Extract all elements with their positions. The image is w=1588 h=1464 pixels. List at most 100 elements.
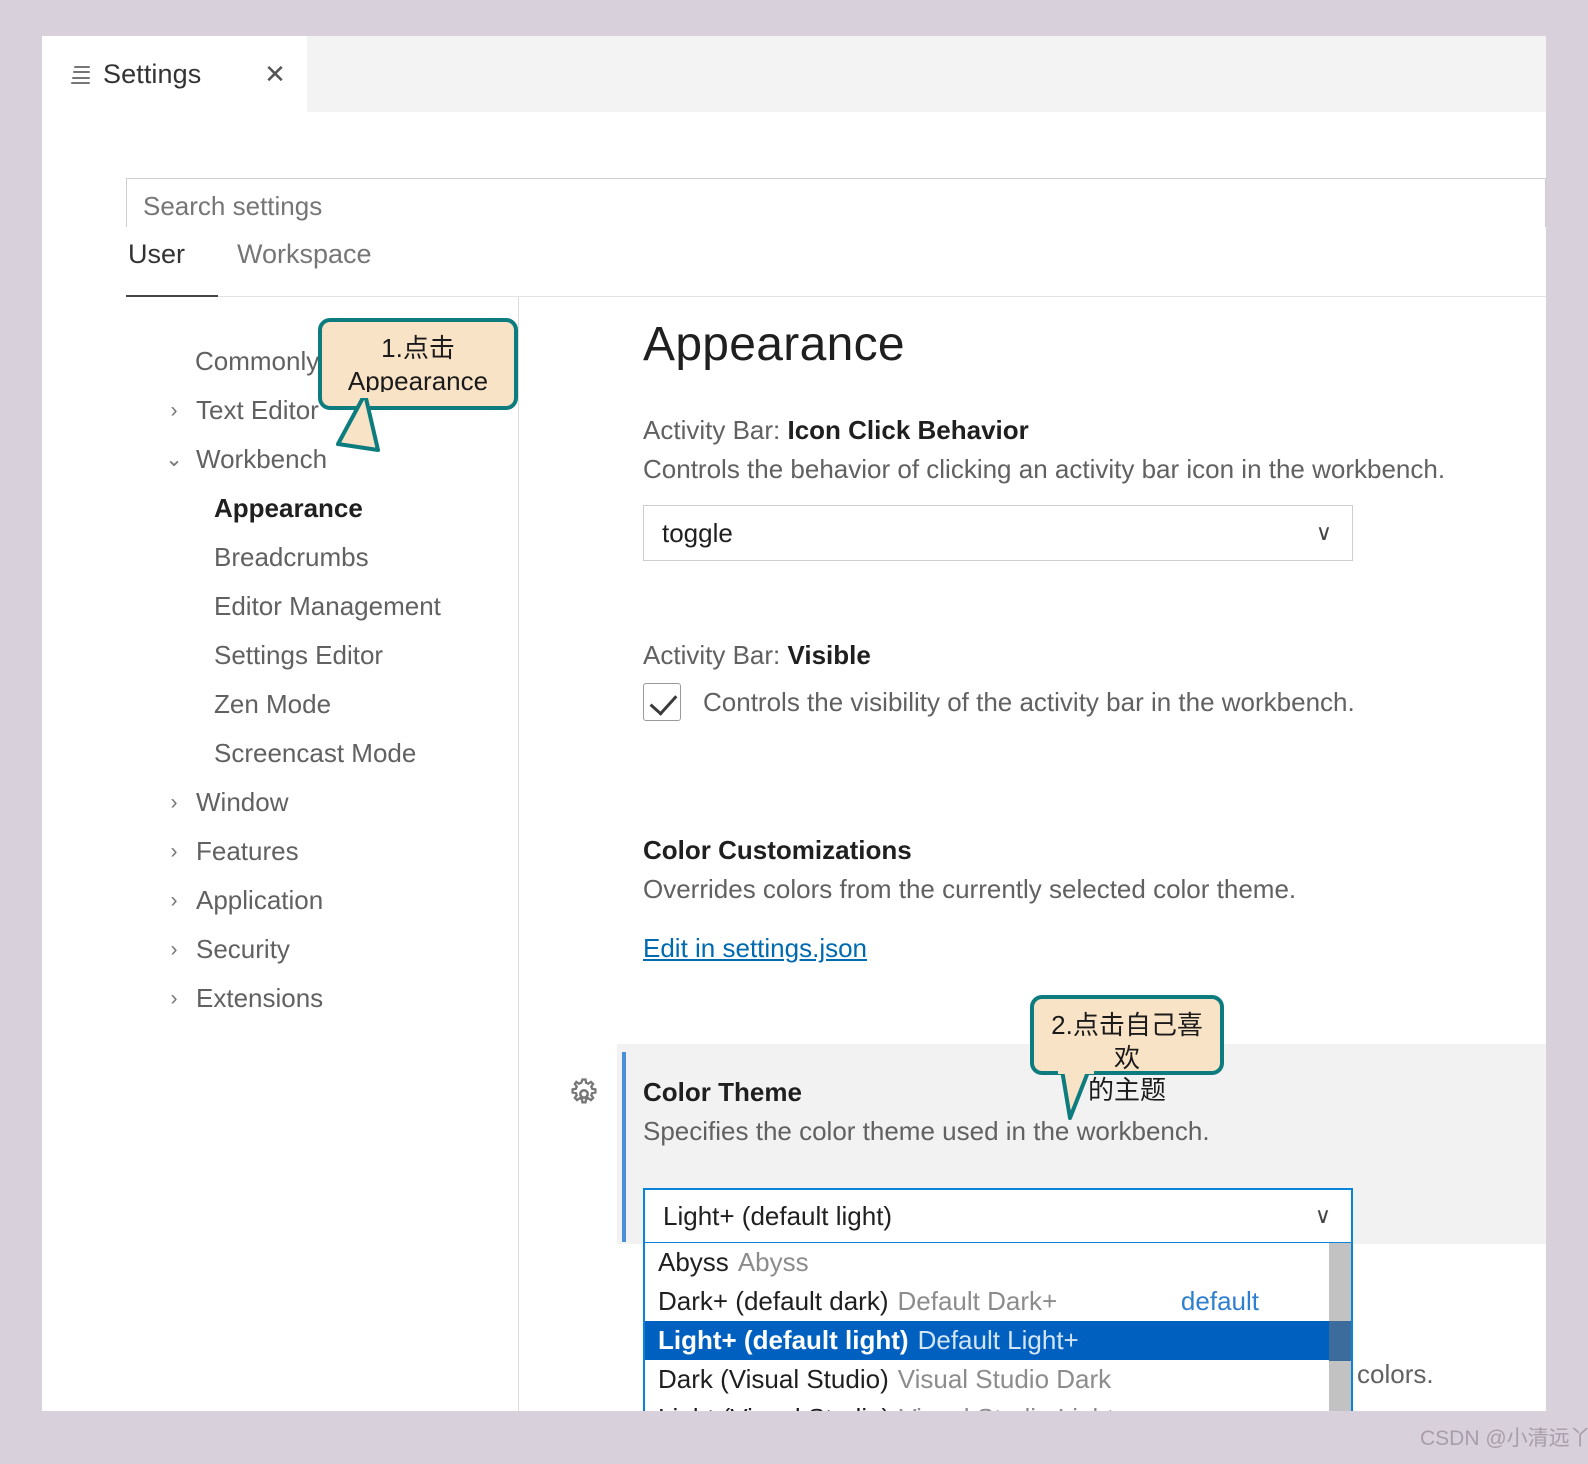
color-theme-select[interactable]: Light+ (default light) ∨ — [643, 1188, 1353, 1244]
option-badge: default — [1180, 1286, 1259, 1316]
setting-name: Color Customizations — [643, 835, 912, 865]
tab-user[interactable]: User — [128, 239, 185, 286]
callout-2-tail — [1058, 1068, 1094, 1120]
settings-window: Settings ✕ User Workspace Commonly Used›… — [42, 36, 1546, 1411]
setting-name: Visible — [787, 640, 871, 670]
setting-prefix: Activity Bar: — [643, 640, 788, 670]
settings-toc: Commonly Used › Text Editor ⌄ Workbench Appea… — [42, 297, 518, 1411]
setting-description: Controls the behavior of clicking an act… — [643, 454, 1446, 484]
watermark: CSDN @小清远丫 — [1420, 1427, 1588, 1450]
setting-prefix: Activity Bar: — [643, 415, 788, 445]
chevron-down-icon: ⌄ — [165, 448, 183, 471]
chevron-right-icon: › — [170, 790, 178, 814]
toc-item-extensions[interactable]: › Extensions — [42, 974, 518, 1023]
toc-item-screencast-mode[interactable]: Screencast Mode — [42, 729, 518, 778]
setting-name: Color Theme — [643, 1077, 802, 1107]
chevron-right-icon: › — [170, 839, 178, 863]
close-icon[interactable]: ✕ — [260, 59, 290, 89]
option-name: Abyss — [658, 1247, 729, 1277]
option-name: Light (Visual Studio) — [658, 1403, 890, 1411]
setting-title: Color Customizations — [643, 835, 1296, 866]
search-area — [42, 112, 1546, 234]
toc-item-label: Extensions — [196, 983, 324, 1013]
search-input[interactable] — [126, 178, 1546, 234]
activity-bar-visible-checkbox[interactable] — [643, 683, 681, 721]
toc-item-appearance[interactable]: Appearance — [42, 484, 518, 533]
toc-item-label: Application — [196, 885, 324, 915]
option-detail: Default Light+ — [917, 1325, 1079, 1355]
setting-title: Activity Bar: Icon Click Behavior — [643, 415, 1445, 446]
toc-item-label: Window — [196, 787, 289, 817]
dropdown-scrollbar-thumb[interactable] — [1329, 1321, 1351, 1361]
setting-color-customizations: Color Customizations Overrides colors fr… — [643, 835, 1296, 964]
settings-scope-tabs: User Workspace — [42, 227, 1546, 298]
checkbox-row: Controls the visibility of the activity … — [643, 683, 1355, 721]
select-value: toggle — [662, 517, 733, 548]
toc-item-label: Settings Editor — [214, 640, 384, 670]
edit-in-settings-json-link[interactable]: Edit in settings.json — [643, 933, 1296, 964]
toc-item-label: Breadcrumbs — [214, 542, 369, 572]
setting-description: Controls the visibility of the activity … — [703, 686, 1355, 717]
setting-description: Overrides colors from the currently sele… — [643, 874, 1297, 904]
toc-item-window[interactable]: › Window — [42, 778, 518, 827]
tab-workspace[interactable]: Workspace — [237, 239, 372, 286]
toc-item-label: Security — [196, 934, 290, 964]
color-theme-dropdown-list[interactable]: Abyss Abyss Dark+ (default dark) Default Da… — [643, 1243, 1353, 1411]
option-detail: Default Dark+ — [897, 1286, 1058, 1316]
settings-list-icon — [70, 66, 90, 84]
setting-activity-bar-visible: Activity Bar: Visible Controls the visib… — [643, 640, 1355, 721]
callout-step-2: 2.点击自己喜欢 的主题 — [1030, 995, 1224, 1105]
dropdown-option[interactable]: Abyss Abyss — [645, 1243, 1351, 1282]
chevron-right-icon: › — [170, 986, 178, 1010]
toc-item-label: Zen Mode — [214, 689, 332, 719]
option-detail: Abyss — [737, 1247, 809, 1277]
toc-item-label: Features — [196, 836, 299, 866]
setting-name: Icon Click Behavior — [787, 415, 1029, 445]
dropdown-option[interactable]: Light (Visual Studio) Visual Studio Light — [645, 1399, 1351, 1411]
setting-title: Activity Bar: Visible — [643, 640, 1355, 671]
option-name: Dark (Visual Studio) — [658, 1364, 889, 1394]
callout-line-1: 1.点击 — [381, 333, 455, 363]
toc-item-security[interactable]: › Security — [42, 925, 518, 974]
chevron-right-icon: › — [170, 937, 178, 961]
option-name: Dark+ (default dark) — [658, 1286, 889, 1316]
toc-item-zen-mode[interactable]: Zen Mode — [42, 680, 518, 729]
select-value: Light+ (default light) — [663, 1200, 893, 1231]
chevron-down-icon: ∨ — [1314, 1203, 1331, 1228]
dropdown-options: Abyss Abyss Dark+ (default dark) Default Da… — [645, 1243, 1351, 1411]
dropdown-option[interactable]: Light+ (default light) Default Light+ — [645, 1321, 1351, 1360]
toc-item-breadcrumbs[interactable]: Breadcrumbs — [42, 533, 518, 582]
setting-icon-click-behavior: Activity Bar: Icon Click Behavior Contro… — [643, 415, 1445, 561]
setting-modified-indicator — [622, 1052, 626, 1242]
icon-click-behavior-select[interactable]: toggle ∨ — [643, 505, 1353, 561]
option-detail: Visual Studio Dark — [897, 1364, 1112, 1394]
setting-description: Specifies the color theme used in the wo… — [643, 1116, 1210, 1146]
occluded-description-text: colors. — [1357, 1359, 1434, 1389]
option-detail: Visual Studio Light — [899, 1403, 1114, 1411]
gear-icon[interactable] — [567, 1077, 601, 1111]
setting-color-theme: Color Theme Specifies the color theme us… — [643, 1077, 1403, 1147]
chevron-right-icon: › — [170, 888, 178, 912]
toc-item-label: Screencast Mode — [214, 738, 417, 768]
toc-item-label: Text Editor — [196, 395, 319, 425]
page-title: Appearance — [643, 318, 905, 371]
tab-label: Settings — [103, 58, 202, 89]
toc-item-label: Workbench — [196, 444, 328, 474]
callout-1-tail — [336, 392, 388, 452]
dropdown-option[interactable]: Dark (Visual Studio) Visual Studio Dark — [645, 1360, 1351, 1399]
callout-line-1: 2.点击自己喜欢 — [1051, 1010, 1203, 1073]
dropdown-option[interactable]: Dark+ (default dark) Default Dark+ default — [645, 1282, 1351, 1321]
chevron-right-icon: › — [170, 398, 178, 422]
settings-content: Commonly Used › Text Editor ⌄ Workbench Appea… — [42, 297, 1546, 1411]
settings-main-pane: Appearance Activity Bar: Icon Click Beha… — [519, 297, 1546, 1411]
editor-tab-bar: Settings ✕ — [42, 36, 1546, 112]
chevron-down-icon: ∨ — [1315, 520, 1332, 545]
option-name: Light+ (default light) — [658, 1325, 909, 1355]
dropdown-scrollbar[interactable] — [1329, 1243, 1351, 1411]
toc-item-label: Editor Management — [214, 591, 441, 621]
toc-item-settings-editor[interactable]: Settings Editor — [42, 631, 518, 680]
toc-item-label: Appearance — [214, 493, 363, 523]
toc-item-application[interactable]: › Application — [42, 876, 518, 925]
toc-item-editor-management[interactable]: Editor Management — [42, 582, 518, 631]
toc-item-features[interactable]: › Features — [42, 827, 518, 876]
